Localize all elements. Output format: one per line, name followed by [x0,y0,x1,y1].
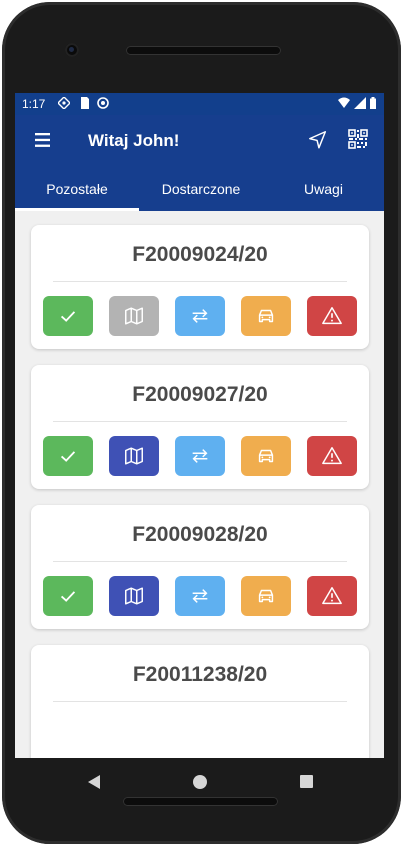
sync-status-icon [97,97,109,109]
map-icon [125,587,143,605]
car-icon [258,449,274,463]
check-icon [60,591,76,602]
warning-icon [322,307,342,325]
deliver-button[interactable] [43,296,93,336]
vehicle-button[interactable] [241,436,291,476]
map-button[interactable] [109,436,159,476]
menu-icon[interactable] [35,132,53,148]
card-divider [53,701,347,702]
qr-code-icon[interactable] [348,129,368,149]
swap-arrows-icon [192,309,208,323]
transfer-button[interactable] [175,576,225,616]
invoice-card: F20009024/20 [31,225,369,349]
tab-dostarczone[interactable]: Dostarczone [139,167,263,211]
tab-bar: Pozostałe Dostarczone Uwagi [15,167,384,211]
card-divider [53,561,347,562]
check-icon [60,311,76,322]
map-button[interactable] [109,296,159,336]
tab-pozostale[interactable]: Pozostałe [15,167,139,211]
sim-card-icon [81,97,89,109]
invoice-number: F20011238/20 [132,663,268,686]
car-icon [258,309,274,323]
status-bar: 1:17 [15,93,384,115]
navigation-arrow-icon[interactable] [307,129,329,151]
map-icon [125,307,143,325]
earpiece-speaker [126,46,281,55]
invoice-list: F20009024/20 F20009027/20 F20009028/20 F… [15,211,384,758]
invoice-card: F20009027/20 [31,365,369,489]
transfer-button[interactable] [175,296,225,336]
vehicle-button[interactable] [241,296,291,336]
system-navigation-bar [15,758,384,808]
invoice-number: F20009028/20 [132,523,268,546]
recent-apps-icon[interactable] [300,775,313,788]
map-button[interactable] [109,576,159,616]
transfer-button[interactable] [175,436,225,476]
app-title: Witaj John! [88,131,180,150]
app-screen: 1:17 Witaj John! Pozostałe Dostarczone U… [15,93,384,758]
status-time: 1:17 [22,97,46,111]
deliver-button[interactable] [43,576,93,616]
swap-arrows-icon [192,449,208,463]
location-status-icon [58,97,70,109]
report-problem-button[interactable] [307,576,357,616]
card-divider [53,281,347,282]
app-bar: Witaj John! [15,115,384,167]
home-icon[interactable] [193,775,207,789]
car-icon [258,589,274,603]
invoice-number: F20009024/20 [132,243,268,266]
report-problem-button[interactable] [307,296,357,336]
swap-arrows-icon [192,589,208,603]
invoice-card: F20011238/20 [31,645,369,758]
deliver-button[interactable] [43,436,93,476]
card-divider [53,421,347,422]
back-icon[interactable] [87,774,101,790]
vehicle-button[interactable] [241,576,291,616]
check-icon [60,451,76,462]
invoice-number: F20009027/20 [132,383,268,406]
front-camera [65,43,79,57]
signal-icon [354,97,366,109]
map-icon [125,447,143,465]
tab-uwagi[interactable]: Uwagi [263,167,384,211]
battery-icon [370,97,376,109]
warning-icon [322,447,342,465]
invoice-card: F20009028/20 [31,505,369,629]
warning-icon [322,587,342,605]
wifi-icon [338,97,350,108]
report-problem-button[interactable] [307,436,357,476]
